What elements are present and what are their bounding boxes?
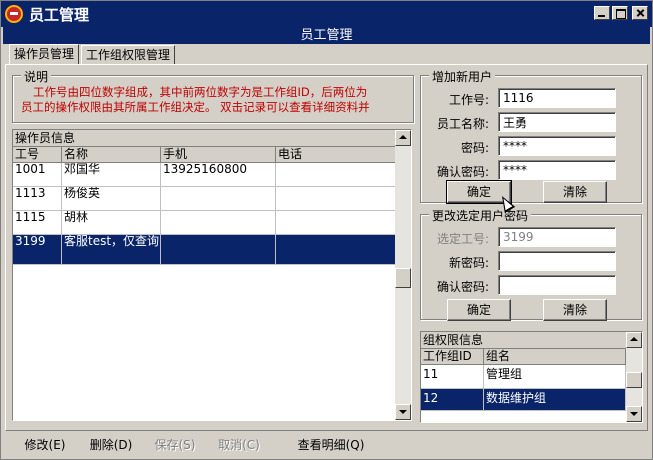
delete-button[interactable]: 删除(D) [85, 436, 137, 454]
cell-mobile: 13925160800 [161, 163, 276, 187]
cell-phone [276, 235, 397, 265]
selected-id-label: 选定工号: [436, 232, 489, 246]
scroll-thumb[interactable] [395, 268, 411, 288]
add-user-clear-button[interactable]: 清除 [543, 181, 607, 203]
col-header-id[interactable]: 工号 [13, 147, 62, 163]
cell-phone [276, 187, 397, 211]
cell-group-id: 11 [421, 365, 484, 389]
tab-group-permissions[interactable]: 工作组权限管理 [81, 45, 176, 64]
cell-group-name: 管理组 [484, 365, 626, 389]
scroll-down-arrow-icon[interactable] [626, 406, 642, 422]
add-user-label: 增加新用户 [429, 68, 496, 85]
col-header-group-name[interactable]: 组名 [484, 349, 626, 365]
groups-grid[interactable]: 组权限信息 工作组ID 组名 11 管理组 12 数据维护组 [420, 331, 643, 423]
title-bar[interactable]: 员工管理 [1, 1, 652, 27]
confirm-new-password-input[interactable] [498, 275, 616, 295]
operators-caption: 操作员信息 [13, 130, 395, 147]
scroll-down-arrow-icon[interactable] [395, 404, 411, 420]
description-label: 说明 [21, 68, 52, 85]
change-password-label: 更改选定用户密码 [429, 207, 532, 224]
password-label: 密码: [460, 141, 489, 155]
app-icon [5, 5, 23, 23]
cell-group-id: 12 [421, 389, 484, 411]
bottom-toolbar: 修改(E) 删除(D) 保存(S) 取消(C) 查看明细(Q) [5, 434, 648, 456]
tab-panel: 说明 工作号由四位数字组成，其中前两位数字为是工作组ID，后两位为 员工的操作权… [5, 64, 648, 431]
description-line-1: 工作号由四位数字组成，其中前两位数字为是工作组ID，后两位为 [33, 85, 368, 99]
window-title: 员工管理 [29, 6, 90, 24]
operators-scrollbar[interactable] [395, 130, 411, 420]
confirm-password-label: 确认密码: [436, 165, 489, 179]
confirm-new-password-label: 确认密码: [436, 280, 489, 294]
scroll-up-arrow-icon[interactable] [626, 332, 642, 348]
selected-id-input [498, 227, 616, 247]
cell-phone [276, 163, 397, 187]
close-button[interactable] [632, 6, 648, 20]
save-button[interactable]: 保存(S) [149, 436, 201, 454]
password-input[interactable] [498, 136, 616, 156]
cell-id: 1113 [13, 187, 62, 211]
groups-scrollbar[interactable] [626, 332, 642, 422]
col-header-group-id[interactable]: 工作组ID [421, 349, 484, 365]
cell-mobile [161, 187, 276, 211]
change-password-group: 更改选定用户密码 选定工号: 新密码: 确认密码: 确定 清除 [420, 207, 642, 321]
tab-strip: 操作员管理 工作组权限管理 [9, 44, 177, 65]
employee-name-label: 员工名称: [436, 117, 489, 131]
scroll-thumb[interactable] [626, 372, 642, 388]
change-password-ok-button[interactable]: 确定 [447, 299, 511, 321]
scroll-up-arrow-icon[interactable] [395, 130, 411, 146]
tab-operator-management[interactable]: 操作员管理 [9, 44, 80, 65]
maximize-button[interactable] [612, 6, 628, 20]
employee-name-input[interactable] [498, 112, 616, 132]
cell-id: 3199 [13, 235, 62, 265]
description-group: 说明 工作号由四位数字组成，其中前两位数字为是工作组ID，后两位为 员工的操作权… [12, 68, 414, 123]
cell-name: 杨俊英 [62, 187, 161, 211]
cell-name: 胡林 [62, 211, 161, 235]
add-user-group: 增加新用户 工作号: 员工名称: 密码: 确认密码: 确定 清除 [420, 68, 642, 204]
edit-button[interactable]: 修改(E) [19, 436, 71, 454]
col-header-phone[interactable]: 电话 [276, 147, 397, 163]
cell-name: 邓国华 [62, 163, 161, 187]
description-text: 工作号由四位数字组成，其中前两位数字为是工作组ID，后两位为 员工的操作权限由其… [21, 85, 413, 117]
description-line-2: 员工的操作权限由其所属工作组决定。 双击记录可以查看详细资料并 [21, 100, 370, 114]
groups-caption: 组权限信息 [421, 332, 626, 349]
cell-mobile [161, 235, 276, 265]
operators-grid[interactable]: 操作员信息 工号 名称 手机 电话 1001 邓国华 13925160800 1… [12, 129, 412, 421]
minimize-button[interactable] [594, 6, 610, 20]
cell-phone [276, 211, 397, 235]
cell-mobile [161, 211, 276, 235]
cancel-button[interactable]: 取消(C) [213, 436, 265, 454]
page-banner: 员工管理 [3, 27, 650, 44]
confirm-password-input[interactable] [498, 160, 616, 180]
job-id-label: 工作号: [448, 93, 489, 107]
cell-name: 客服test，仅查询 [62, 235, 161, 265]
cell-id: 1115 [13, 211, 62, 235]
job-id-input[interactable] [498, 88, 616, 108]
view-details-button[interactable]: 查看明细(Q) [293, 436, 369, 454]
new-password-label: 新密码: [448, 256, 489, 270]
col-header-name[interactable]: 名称 [62, 147, 161, 163]
cell-id: 1001 [13, 163, 62, 187]
col-header-mobile[interactable]: 手机 [161, 147, 276, 163]
change-password-clear-button[interactable]: 清除 [543, 299, 607, 321]
cell-group-name: 数据维护组 [484, 389, 626, 411]
new-password-input[interactable] [498, 251, 616, 271]
employee-window: 员工管理 员工管理 操作员管理 工作组权限管理 说明 工作号由四位数字组成，其中… [0, 0, 653, 460]
